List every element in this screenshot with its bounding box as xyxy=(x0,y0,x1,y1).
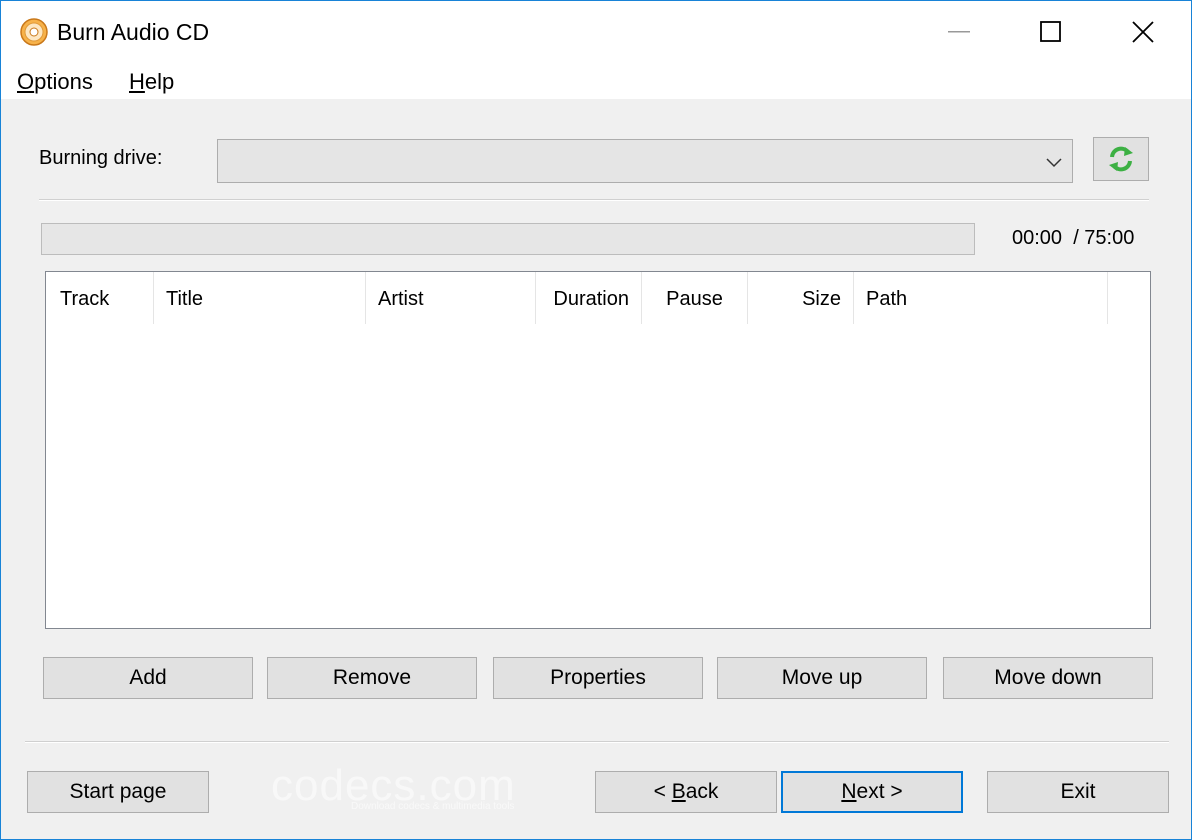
properties-button-label: Properties xyxy=(550,666,646,689)
column-size[interactable]: Size xyxy=(748,272,854,324)
disc-capacity-progress xyxy=(41,223,975,255)
back-button[interactable]: < Back xyxy=(595,771,777,813)
maximize-button[interactable] xyxy=(1005,1,1097,63)
column-path[interactable]: Path xyxy=(854,272,1108,324)
close-icon xyxy=(1132,21,1154,43)
close-button[interactable] xyxy=(1097,1,1189,63)
remove-button[interactable]: Remove xyxy=(267,657,477,699)
move-down-button[interactable]: Move down xyxy=(943,657,1153,699)
column-pause[interactable]: Pause xyxy=(642,272,748,324)
menu-bar: Options Help xyxy=(1,63,1191,99)
disc-time-readout: 00:00 / 75:00 xyxy=(1012,227,1134,250)
separator-bottom xyxy=(25,741,1169,743)
menu-options-accelerator: O xyxy=(17,69,35,94)
back-button-prefix: < xyxy=(653,780,672,803)
maximize-icon xyxy=(1040,21,1061,42)
minimize-button[interactable] xyxy=(913,1,1005,63)
track-list-header: Track Title Artist Duration Pause Size P… xyxy=(46,272,1150,324)
exit-button[interactable]: Exit xyxy=(987,771,1169,813)
window-title: Burn Audio CD xyxy=(57,19,210,45)
next-button-accelerator: N xyxy=(841,780,857,803)
start-page-button-label: Start page xyxy=(69,780,167,803)
column-title-label: Title xyxy=(166,288,204,310)
total-time: / 75:00 xyxy=(1073,227,1135,249)
move-down-button-label: Move down xyxy=(994,666,1102,689)
column-path-label: Path xyxy=(866,288,908,310)
column-track-label: Track xyxy=(60,288,110,310)
burning-drive-select[interactable] xyxy=(217,139,1073,183)
column-size-label: Size xyxy=(802,288,841,310)
menu-options-label: ptions xyxy=(34,69,93,94)
column-title[interactable]: Title xyxy=(154,272,366,324)
column-track[interactable]: Track xyxy=(46,272,154,324)
add-button[interactable]: Add xyxy=(43,657,253,699)
refresh-icon xyxy=(1109,146,1133,172)
menu-help-accelerator: H xyxy=(129,69,145,94)
column-artist-label: Artist xyxy=(378,288,424,310)
cd-burn-icon xyxy=(20,18,48,46)
separator-top xyxy=(39,199,1149,201)
column-duration[interactable]: Duration xyxy=(536,272,642,324)
properties-button[interactable]: Properties xyxy=(493,657,703,699)
chevron-down-icon xyxy=(1046,158,1062,168)
back-button-label: ack xyxy=(685,780,719,803)
move-up-button[interactable]: Move up xyxy=(717,657,927,699)
track-list[interactable]: Track Title Artist Duration Pause Size P… xyxy=(45,271,1151,629)
title-bar[interactable]: Burn Audio CD xyxy=(1,1,1191,63)
menu-help[interactable]: Help xyxy=(129,69,174,95)
column-pause-label: Pause xyxy=(666,288,723,310)
remove-button-label: Remove xyxy=(332,666,412,689)
next-button[interactable]: Next > xyxy=(781,771,963,813)
start-page-button[interactable]: Start page xyxy=(27,771,209,813)
next-button-label: ext > xyxy=(856,780,903,803)
move-up-button-label: Move up xyxy=(781,666,863,689)
back-button-accelerator: B xyxy=(671,780,686,803)
column-artist[interactable]: Artist xyxy=(366,272,536,324)
minimize-icon xyxy=(948,31,970,33)
menu-help-label: elp xyxy=(144,69,175,94)
refresh-drives-button[interactable] xyxy=(1093,137,1149,181)
exit-button-label: Exit xyxy=(1060,780,1096,803)
burning-drive-label: Burning drive: xyxy=(39,147,163,169)
burn-audio-cd-window: Burn Audio CD Options Help Burning drive… xyxy=(0,0,1192,840)
used-time: 00:00 xyxy=(1012,227,1063,249)
column-duration-label: Duration xyxy=(553,288,629,310)
menu-options[interactable]: Options xyxy=(17,69,93,95)
add-button-label: Add xyxy=(129,666,167,689)
codecs-watermark-tagline: Download codecs & multimedia tools xyxy=(351,801,515,812)
